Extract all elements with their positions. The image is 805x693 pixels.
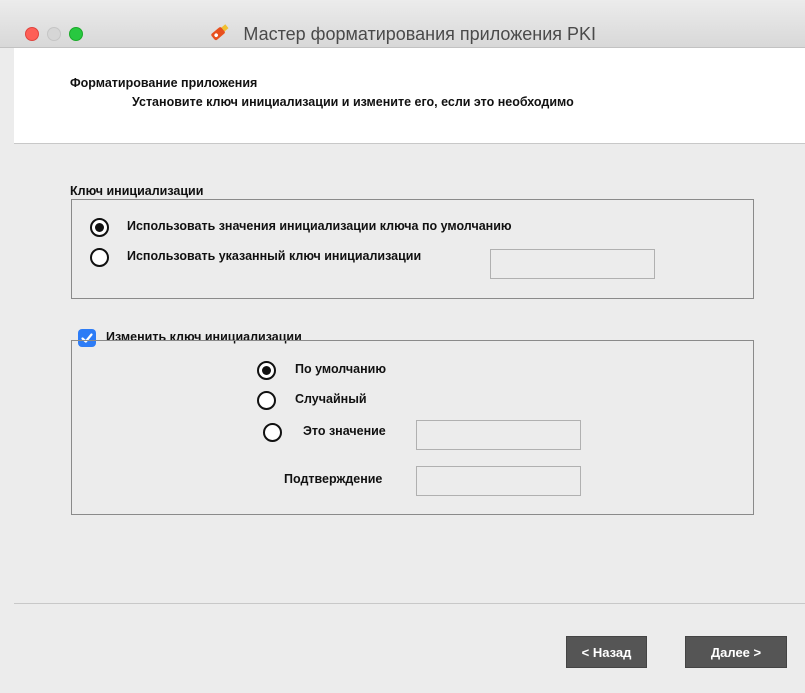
radio-init-custom-label: Использовать указанный ключ инициализаци… (127, 249, 422, 263)
confirm-input[interactable] (416, 466, 581, 496)
footer-separator (14, 603, 805, 604)
wizard-content: Ключ инициализации Использовать значения… (14, 144, 805, 693)
confirm-label: Подтверждение (284, 472, 383, 486)
header-subtitle: Установите ключ инициализации и измените… (132, 95, 574, 109)
window-title-group: Мастер форматирования приложения PKI (0, 22, 805, 47)
left-strip (0, 48, 14, 693)
next-button[interactable]: Далее > (685, 636, 787, 668)
radio-change-value[interactable] (263, 423, 282, 442)
radio-change-random[interactable] (257, 391, 276, 410)
title-bar: Мастер форматирования приложения PKI (0, 0, 805, 48)
radio-change-value-label: Это значение (303, 424, 386, 438)
init-key-group-label: Ключ инициализации (70, 184, 204, 198)
init-key-input[interactable] (490, 249, 655, 279)
radio-change-default[interactable] (257, 361, 276, 380)
radio-init-custom[interactable] (90, 248, 109, 267)
back-button[interactable]: < Назад (566, 636, 647, 668)
window-title: Мастер форматирования приложения PKI (243, 24, 597, 44)
usb-key-icon (209, 22, 231, 47)
change-key-group-box: По умолчанию Случайный Это значение Подт… (71, 340, 754, 515)
wizard-header: Форматирование приложения Установите клю… (14, 48, 805, 144)
radio-change-random-label: Случайный (295, 392, 367, 406)
radio-init-default[interactable] (90, 218, 109, 237)
change-key-value-input[interactable] (416, 420, 581, 450)
init-key-group-box: Использовать значения инициализации ключ… (71, 199, 754, 299)
radio-init-default-label: Использовать значения инициализации ключ… (127, 219, 512, 233)
header-title: Форматирование приложения (70, 76, 258, 90)
radio-change-default-label: По умолчанию (295, 362, 387, 376)
wizard-window: Мастер форматирования приложения PKI Фор… (0, 0, 805, 693)
